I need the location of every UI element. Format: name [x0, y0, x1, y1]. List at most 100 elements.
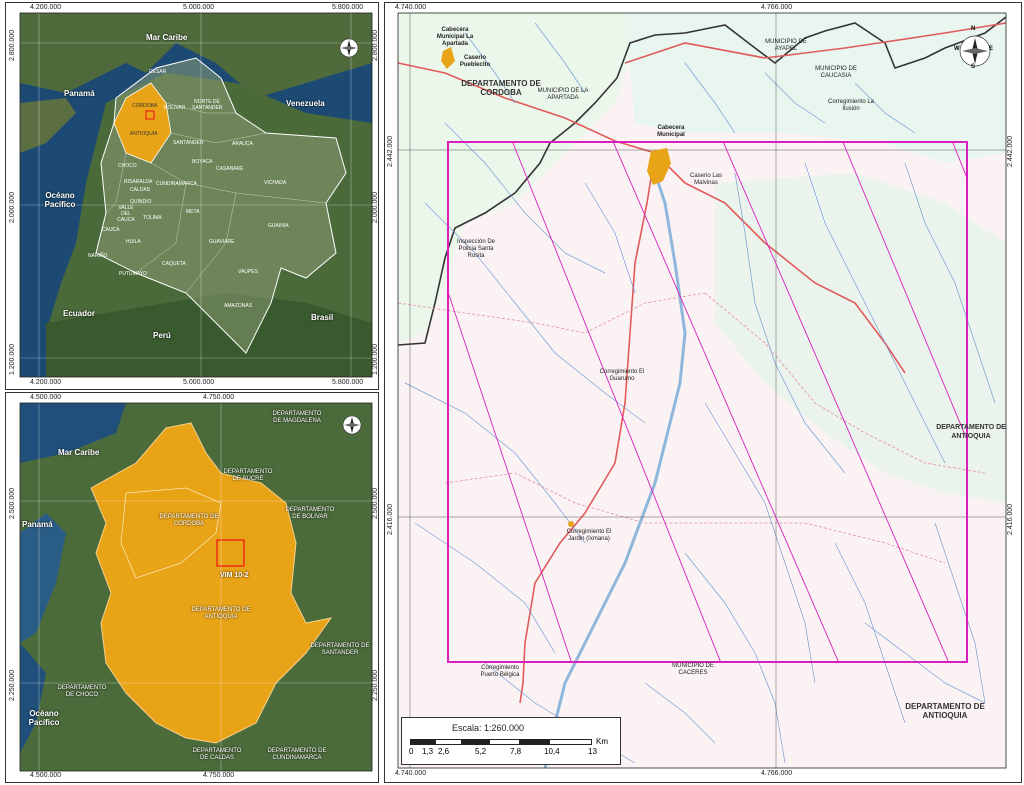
dept-casanare: CASANARE — [216, 166, 244, 172]
dept-antioquia: ANTIOQUIA — [130, 131, 158, 137]
dept-choco: DEPARTAMENTO DE CHOCO — [57, 685, 107, 698]
coord-top-2: 4.750.000 — [203, 394, 235, 401]
coord-bottom-3: 5.800.000 — [332, 379, 364, 386]
dept-valle-del-cauca: VALLE DEL CAUCA — [117, 205, 135, 223]
scale-tick-3: 5,2 — [475, 747, 487, 756]
dept-narino: NARIÑO — [88, 253, 108, 259]
compass-s: S — [971, 64, 976, 70]
dept-choco: CHOCO — [118, 163, 137, 169]
dept-santander: SANTANDER — [173, 140, 204, 146]
detail-map-vim-10-2: 4.740.000 4.766.000 4.740.000 4.766.000 … — [384, 2, 1022, 783]
coord-left-1: 2.800.000 — [9, 29, 16, 61]
dept-huila: HUILA — [126, 239, 141, 245]
label-brasil: Brasil — [311, 313, 334, 322]
corr-puerto-belgica: Corregimiento Puerto Bélgica — [480, 665, 520, 678]
scale-unit: Km — [596, 737, 608, 746]
dept-cordoba-label: DEPARTAMENTO DE CORDOBA — [461, 79, 541, 97]
label-oceano-pacifico: Océano Pacífico — [44, 191, 76, 209]
dept-meta: META — [186, 209, 200, 215]
compass-n: N — [971, 26, 976, 32]
dept-antioquia: DEPARTAMENTO DE ANTIOQUIA — [191, 607, 251, 620]
vim-10-2-label: VIM 10-2 — [220, 572, 249, 579]
dept-tolima: TOLIMA — [143, 215, 162, 221]
label-mar-caribe: Mar Caribe — [146, 33, 188, 42]
compass-rose-icon-main — [959, 35, 991, 67]
coord-bottom-1: 4.740.000 — [395, 770, 427, 777]
scale-tick-1: 1,3 — [422, 747, 434, 756]
coord-top-1: 4.740.000 — [395, 4, 427, 11]
dept-bolivar: DEPARTAMENTO DE BOLIVAR — [285, 507, 335, 520]
dept-norte-de-santander: NORTE DE SANTANDER — [192, 99, 223, 111]
dept-cundinamarca: CUNDINAMARCA — [156, 181, 197, 187]
coord-left-2: 2.416.000 — [387, 503, 394, 535]
label-ecuador: Ecuador — [63, 309, 96, 318]
cabecera-caucasia: Cabecera Municipal — [657, 125, 685, 138]
dept-boyaca: BOYACA — [192, 159, 213, 165]
label-panama: Panamá — [64, 89, 95, 98]
label-mar-caribe: Mar Caribe — [58, 448, 100, 457]
corr-el-guarumo: Corregimiento El Guarumo — [599, 369, 645, 382]
coord-left-3: 1.200.000 — [9, 343, 16, 375]
scale-tick-5: 10,4 — [544, 747, 560, 756]
place-la-apartada: Cabecera Municipal La Apartada — [436, 27, 474, 47]
coord-left-1: 2.442.000 — [387, 135, 394, 167]
compass-w: W — [954, 46, 960, 52]
dept-putumayo: PUTUMAYO — [119, 271, 147, 277]
coord-right-1: 2.442.000 — [1007, 135, 1014, 167]
scale-tick-2: 2,6 — [438, 747, 450, 756]
scale-title: Escala: 1:260.000 — [452, 723, 525, 733]
dept-caqueta: CAQUETA — [162, 261, 186, 267]
coord-bottom-1: 4.200.000 — [30, 379, 62, 386]
caserio-las-malvinas: Caserio Las Malvinas — [689, 173, 722, 186]
coord-top-1: 4.500.000 — [30, 394, 62, 401]
scale-bar: Escala: 1:260.000 0 1,3 2,6 5,2 7,8 10,4… — [401, 717, 621, 765]
municipio-ayapel: MUNICIPIO DE AYAPEL — [765, 39, 807, 52]
regional-map-antioquia: 4.500.000 4.750.000 4.500.000 4.750.000 … — [5, 392, 379, 783]
dept-sucre: DEPARTAMENTO DE SUCRE — [223, 469, 273, 482]
coord-top-3: 5.800.000 — [332, 4, 364, 11]
coord-left-1: 2.500.000 — [9, 487, 16, 519]
coord-left-2: 2.250.000 — [9, 669, 16, 701]
municipio-la-apartada: MUNICIPIO DE LA APARTADA — [537, 88, 589, 101]
corr-la-ilusion: Corregimiento La Ilusión — [827, 99, 875, 112]
scale-tick-0: 0 — [409, 747, 414, 756]
dept-cundinamarca: DEPARTAMENTO DE CUNDINAMARCA — [267, 748, 327, 761]
coord-bottom-1: 4.500.000 — [30, 772, 62, 779]
dept-cauca: CAUCA — [102, 227, 120, 233]
coord-left-2: 2.000.000 — [9, 191, 16, 223]
dept-caldas: DEPARTAMENTO DE CALDAS — [192, 748, 242, 761]
compass-e: E — [989, 46, 994, 52]
town-el-jardin — [568, 521, 574, 527]
dept-cesar: CESAR — [149, 69, 167, 75]
coord-right-2: 2.250.000 — [372, 669, 379, 701]
coord-bottom-2: 4.766.000 — [761, 770, 793, 777]
dept-antioquia-label: DEPARTAMENTO DE ANTIOQUIA — [905, 702, 985, 720]
dept-caldas: CALDAS — [130, 187, 151, 193]
coord-right-1: 2.800.000 — [372, 29, 379, 61]
overview-map-colombia: 4.200.000 5.000.000 5.800.000 4.200.000 … — [5, 2, 379, 390]
coord-top-2: 4.766.000 — [761, 4, 793, 11]
coord-right-2: 2.416.000 — [1007, 503, 1014, 535]
label-panama: Panamá — [22, 520, 53, 529]
dept-amazonas: AMAZONAS — [224, 303, 253, 309]
dept-bolivar: BOLIVAR — [164, 105, 186, 111]
dept-vaupes: VAUPES — [238, 269, 258, 275]
compass-rose-icon — [339, 38, 359, 58]
compass-rose-icon-regional — [342, 415, 362, 435]
dept-cordoba: DEPARTAMENTO DE CORDOBA — [159, 514, 219, 527]
coord-top-2: 5.000.000 — [183, 4, 215, 11]
dept-risaralda: RISARALDA — [124, 179, 153, 185]
label-oceano-pacifico: Océano Pacífico — [28, 709, 60, 727]
corr-el-jardin: Corregimiento El Jardin (Ixmana) — [566, 529, 612, 542]
dept-magdalena: DEPARTAMENTO DE MAGDALENA — [272, 411, 322, 424]
coord-bottom-2: 4.750.000 — [203, 772, 235, 779]
coord-right-2: 2.000.000 — [372, 191, 379, 223]
municipio-caceres: MUNICIPIO DE CACERES — [672, 663, 714, 676]
coord-right-1: 2.500.000 — [372, 487, 379, 519]
municipio-caucasia: MUNICIPIO DE CAUCASIA — [815, 66, 857, 79]
dept-guainia: GUAINIA — [268, 223, 289, 229]
coord-top-1: 4.200.000 — [30, 4, 62, 11]
dept-cordoba: CORDOBA — [132, 103, 158, 109]
dept-vichada: VICHADA — [264, 180, 287, 186]
insp-santa-rosita: Inspección De Policia Santa Rosita — [456, 239, 496, 259]
